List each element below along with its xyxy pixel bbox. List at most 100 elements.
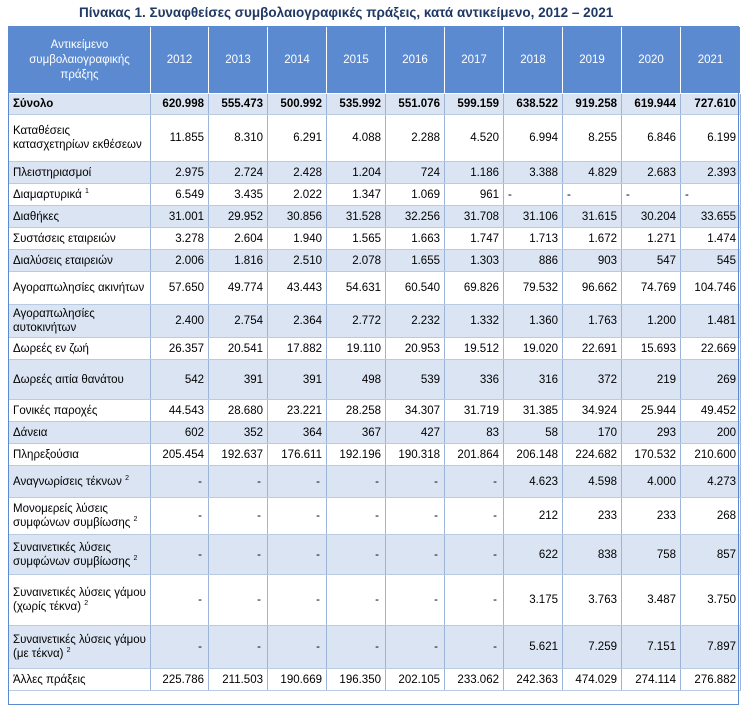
row-label: Δάνεια — [8, 421, 151, 444]
cell-value: 96.662 — [562, 271, 622, 305]
table-row: Πληρεξούσια 205.454 192.637 176.611 192.196 1… — [8, 443, 741, 466]
row-label: Σύνολο — [8, 93, 151, 115]
row-label-text: Δωρεές αιτία θανάτου — [13, 373, 124, 386]
row-label-text: Αγοραπωλησίες ακινήτων — [13, 282, 145, 294]
cell-value: - — [385, 497, 445, 535]
cell-value: - — [326, 625, 386, 669]
row-label: Μονομερείς λύσεις συμφώνων συμβίωσης 2 — [8, 497, 151, 535]
row-label: Διαλύσεις εταιρειών — [8, 249, 151, 272]
cell-value: 2.975 — [150, 161, 209, 184]
cell-value: 69.826 — [444, 271, 504, 305]
cell-value: 7.151 — [621, 625, 681, 669]
cell-value: 202.105 — [385, 668, 445, 691]
cell-value: - — [150, 625, 209, 669]
cell-value: 1.713 — [503, 227, 563, 250]
cell-value: - — [621, 183, 681, 206]
header-year: 2017 — [444, 26, 504, 94]
cell-value: 34.307 — [385, 399, 445, 422]
cell-value: 74.769 — [621, 271, 681, 305]
cell-value: 1.474 — [680, 227, 741, 250]
cell-value: 79.532 — [503, 271, 563, 305]
cell-value: - — [503, 183, 563, 206]
footnote-marker: 2 — [133, 516, 138, 524]
cell-value: 190.669 — [267, 668, 327, 691]
cell-value: - — [680, 183, 741, 206]
cell-value: 30.204 — [621, 205, 681, 228]
cell-value: 31.528 — [326, 205, 386, 228]
cell-value: 6.994 — [503, 114, 563, 162]
cell-value: 7.897 — [680, 625, 741, 669]
table-row: Δωρεές εν ζωή 26.357 20.541 17.882 19.110 20.… — [8, 337, 741, 360]
header-year: 2018 — [503, 26, 563, 94]
cell-value: - — [385, 574, 445, 626]
cell-value: 31.615 — [562, 205, 622, 228]
cell-value: 269 — [680, 359, 741, 400]
row-label-text: Διαμαρτυρικά — [13, 188, 82, 201]
table-row: Δάνεια 602 352 364 367 427 83 58 170 293 200 — [8, 421, 741, 444]
cell-value: 352 — [208, 421, 268, 444]
cell-value: 599.159 — [444, 93, 504, 115]
cell-value: - — [208, 625, 268, 669]
row-label: Γονικές παροχές — [8, 399, 151, 422]
table-row: Αγοραπωλησίες ακινήτων 57.650 49.774 43.443… — [8, 271, 741, 305]
header-year: 2021 — [680, 26, 741, 94]
table-row: Αγοραπωλησίες αυτοκινήτων 2.400 2.754 2.364… — [8, 304, 741, 338]
cell-value: 293 — [621, 421, 681, 444]
cell-value: - — [385, 465, 445, 498]
cell-value: 60.540 — [385, 271, 445, 305]
cell-value: 2.724 — [208, 161, 268, 184]
cell-value: 500.992 — [267, 93, 327, 115]
cell-value: 224.682 — [562, 443, 622, 466]
row-label: Συστάσεις εταιρειών — [8, 227, 151, 250]
cell-value: 211.503 — [208, 668, 268, 691]
row-label-text: Αναγνωρίσεις τέκνων — [13, 475, 122, 488]
cell-value: 2.078 — [326, 249, 386, 272]
cell-value: 961 — [444, 183, 504, 206]
row-label-text: Αγοραπωλησίες αυτοκινήτων — [13, 308, 95, 334]
cell-value: 1.271 — [621, 227, 681, 250]
cell-value: 336 — [444, 359, 504, 400]
cell-value: 83 — [444, 421, 504, 444]
cell-value: 104.746 — [680, 271, 741, 305]
row-label: Άλλες πράξεις — [8, 668, 151, 691]
cell-value: 212 — [503, 497, 563, 535]
row-label: Διαμαρτυρικά 1 — [8, 183, 151, 206]
cell-value: 242.363 — [503, 668, 563, 691]
row-label: Διαθήκες — [8, 205, 151, 228]
row-label: Δωρεές εν ζωή — [8, 337, 151, 360]
cell-value: 555.473 — [208, 93, 268, 115]
cell-value: 391 — [208, 359, 268, 400]
cell-value: 1.940 — [267, 227, 327, 250]
table-row: Γονικές παροχές 44.543 28.680 23.221 28.258 3… — [8, 399, 741, 422]
cell-value: 192.637 — [208, 443, 268, 466]
cell-value: 1.663 — [385, 227, 445, 250]
cell-value: 200 — [680, 421, 741, 444]
cell-value: 724 — [385, 161, 445, 184]
cell-value: - — [444, 465, 504, 498]
cell-value: 551.076 — [385, 93, 445, 115]
cell-value: 3.763 — [562, 574, 622, 626]
table-row: Καταθέσεις κατασχετηρίων εκθέσεων 11.855 8… — [8, 114, 741, 162]
cell-value: 4.520 — [444, 114, 504, 162]
row-label-text: Συστάσεις εταιρειών — [13, 232, 116, 245]
row-label-text: Δάνεια — [13, 426, 48, 439]
cell-value: 364 — [267, 421, 327, 444]
cell-value: - — [326, 497, 386, 535]
cell-value: 3.175 — [503, 574, 563, 626]
row-label-text: Συναινετικές λύσεις συμφώνων συμβίωσης — [13, 541, 131, 568]
cell-value: - — [150, 465, 209, 498]
cell-value: 1.200 — [621, 304, 681, 338]
cell-value: 4.598 — [562, 465, 622, 498]
cell-value: - — [326, 574, 386, 626]
table-row: Συστάσεις εταιρειών 3.278 2.604 1.940 1.565 1… — [8, 227, 741, 250]
cell-value: 6.199 — [680, 114, 741, 162]
cell-value: 233.062 — [444, 668, 504, 691]
cell-value: - — [267, 534, 327, 575]
cell-value: 1.481 — [680, 304, 741, 338]
footnote-marker: 2 — [125, 474, 129, 482]
cell-value: - — [385, 625, 445, 669]
cell-value: 19.110 — [326, 337, 386, 360]
data-table: Αντικείμενο συμβολαιογραφικής πράξης 201… — [8, 26, 741, 691]
table-row: Συναινετικές λύσεις γάμου (χωρίς τέκνα) … — [8, 574, 741, 626]
cell-value: 44.543 — [150, 399, 209, 422]
